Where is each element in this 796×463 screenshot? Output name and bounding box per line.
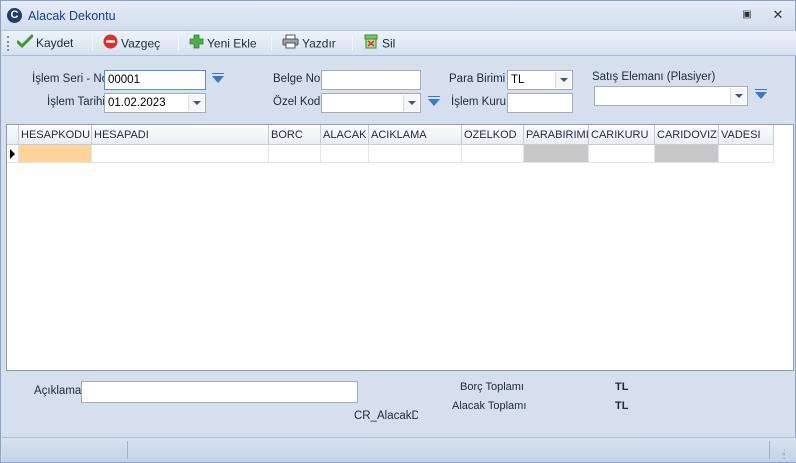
islem-tarihi-date-picker[interactable]: 01.02.2023	[104, 93, 206, 113]
report-name-label: CR_AlacakDe	[354, 410, 418, 422]
title-bar: C Alacak Dekontu ▣ ✕	[1, 1, 795, 30]
grid-cell-hesapadi[interactable]	[92, 145, 269, 162]
grid-cell-borc[interactable]	[269, 145, 321, 162]
grid-cell-ozelkod[interactable]	[462, 145, 524, 162]
add-new-button-label: Yeni Ekle	[207, 36, 257, 51]
app-logo-icon: C	[7, 8, 22, 23]
plus-icon	[189, 34, 204, 55]
status-segment	[6, 441, 128, 459]
ozel-kod-dropdown-button[interactable]	[403, 95, 419, 111]
restore-window-button[interactable]: ▣	[741, 9, 753, 21]
toolbar-separator	[352, 35, 353, 51]
current-row-arrow-icon	[10, 149, 15, 159]
islem-kuru-input[interactable]	[507, 93, 573, 113]
filter-arrow-icon[interactable]	[755, 89, 767, 100]
satis-elemani-dropdown-button[interactable]	[730, 88, 746, 104]
islem-kuru-label: İşlem Kuru	[451, 96, 506, 108]
cancel-button[interactable]: Vazgeç	[103, 34, 160, 53]
grid-cell-alacak[interactable]	[321, 145, 369, 162]
alacak-toplami-label: Alacak Toplamı	[452, 400, 527, 412]
delete-icon	[363, 34, 379, 55]
borc-toplami-label: Borç Toplamı	[460, 381, 524, 393]
date-dropdown-button[interactable]	[188, 95, 204, 111]
borc-toplami-currency: TL	[615, 381, 629, 393]
save-button-label: Kaydet	[36, 36, 74, 51]
alacak-dekontu-window: C Alacak Dekontu ▣ ✕ Kaydet Vazgeç Yeni …	[0, 0, 796, 463]
toolbar-separator	[92, 35, 93, 51]
aciklama-label: Açıklama	[34, 385, 82, 397]
para-birimi-label: Para Birimi	[449, 73, 506, 85]
add-new-button[interactable]: Yeni Ekle	[189, 34, 257, 53]
cancel-button-label: Vazgeç	[121, 36, 161, 51]
print-button-label: Yazdır	[302, 36, 336, 51]
belge-no-input[interactable]	[321, 70, 421, 90]
para-birimi-select[interactable]: TL	[507, 70, 573, 90]
column-header[interactable]: HESAPKODU	[19, 125, 92, 145]
footer-panel: Açıklama CR_AlacakDe Borç Toplamı TL Ala…	[6, 372, 794, 432]
belge-no-label: Belge No	[273, 73, 321, 85]
delete-button[interactable]: Sil	[363, 34, 395, 53]
column-header[interactable]: BORC	[269, 125, 321, 145]
column-header[interactable]: VADESI	[719, 125, 774, 145]
checkmark-icon	[16, 34, 34, 54]
toolbar-separator	[178, 35, 179, 51]
aciklama-input[interactable]	[81, 381, 358, 403]
toolbar: Kaydet Vazgeç Yeni Ekle Yazdır Sil	[2, 30, 796, 56]
para-birimi-dropdown-button[interactable]	[555, 72, 571, 88]
para-birimi-value: TL	[511, 74, 525, 86]
satis-elemani-select[interactable]	[594, 86, 748, 106]
resize-grip-icon[interactable]: .:::	[782, 448, 792, 461]
islem-tarihi-label: İşlem Tarihi	[47, 96, 105, 108]
close-window-button[interactable]: ✕	[770, 7, 786, 23]
column-header[interactable]: ALACAK	[321, 125, 369, 145]
print-button[interactable]: Yazdır	[282, 34, 336, 53]
toolbar-grip[interactable]	[7, 36, 10, 51]
seri-no-label: İşlem Seri - No	[32, 73, 109, 85]
satis-elemani-label: Satış Elemanı (Plasiyer)	[592, 71, 716, 83]
ozel-kod-label: Özel Kod	[273, 96, 321, 108]
filter-arrow-icon[interactable]	[428, 96, 440, 107]
row-indicator	[7, 145, 19, 162]
grid-cell-carikuru[interactable]	[589, 145, 655, 162]
entries-grid[interactable]: HESAPKODU HESAPADI BORC ALACAK ACIKLAMA …	[6, 124, 794, 371]
alacak-toplami-currency: TL	[615, 400, 629, 412]
grid-cell-caridovizi	[655, 145, 719, 162]
cancel-icon	[103, 34, 118, 55]
table-row[interactable]	[7, 145, 774, 163]
column-header[interactable]: CARIDOVIZI	[655, 125, 719, 145]
seri-no-input[interactable]: 00001	[104, 70, 206, 90]
printer-icon	[282, 34, 299, 55]
grid-header: HESAPKODU HESAPADI BORC ALACAK ACIKLAMA …	[7, 125, 774, 145]
save-button[interactable]: Kaydet	[16, 34, 74, 54]
status-segment	[130, 441, 770, 459]
grid-cell-vadesi[interactable]	[719, 145, 774, 162]
window-title: Alacak Dekontu	[28, 9, 116, 23]
column-header[interactable]: OZELKOD	[462, 125, 524, 145]
header-form: İşlem Seri - No 00001 İşlem Tarihi 01.02…	[5, 59, 793, 123]
grid-cell-aciklama[interactable]	[369, 145, 462, 162]
grid-cell-hesapkodu[interactable]	[19, 145, 92, 162]
status-bar: .:::	[2, 437, 796, 462]
column-header[interactable]: PARABIRIMI	[524, 125, 589, 145]
row-indicator-header	[7, 125, 19, 145]
delete-button-label: Sil	[382, 36, 396, 51]
grid-cell-parabirimi	[524, 145, 589, 162]
column-header[interactable]: ACIKLAMA	[369, 125, 462, 145]
toolbar-separator	[271, 35, 272, 51]
filter-arrow-icon[interactable]	[212, 73, 224, 84]
ozel-kod-select[interactable]	[321, 93, 421, 113]
column-header[interactable]: CARIKURU	[589, 125, 655, 145]
column-header[interactable]: HESAPADI	[92, 125, 269, 145]
islem-tarihi-value: 01.02.2023	[108, 97, 166, 109]
